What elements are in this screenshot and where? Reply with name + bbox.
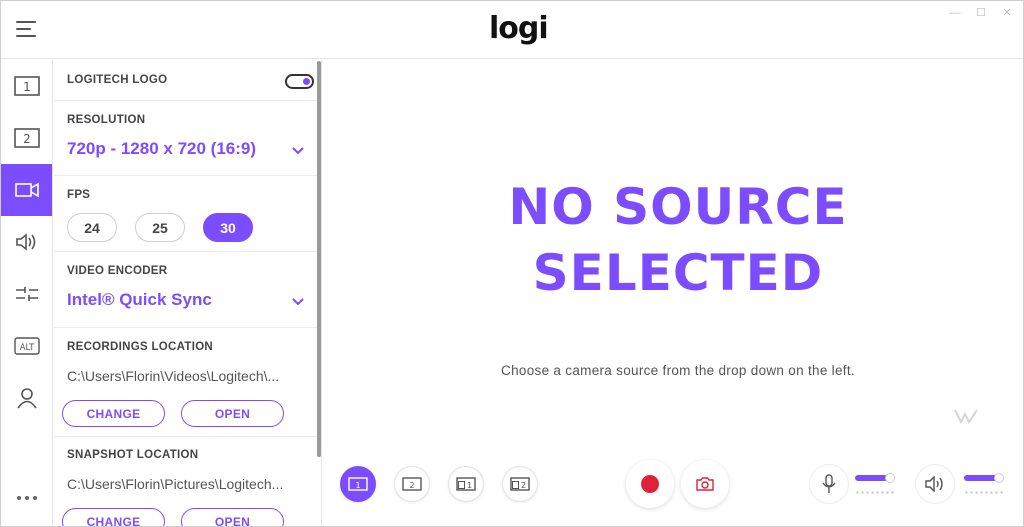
- svg-text:ALT: ALT: [19, 343, 34, 353]
- camera-icon: [696, 477, 714, 491]
- encoder-section: VIDEO ENCODER Intel® Quick Sync: [54, 252, 318, 328]
- recordings-label: RECORDINGS LOCATION: [67, 341, 214, 353]
- svg-text:1: 1: [355, 481, 360, 490]
- user-icon: [16, 388, 37, 409]
- layout-single-2-icon: 2: [402, 477, 422, 491]
- snapshot-label: SNAPSHOT LOCATION: [67, 449, 199, 461]
- layout-single-1-button[interactable]: 1: [340, 466, 376, 502]
- snapshot-section: SNAPSHOT LOCATION C:\Users\Florin\Pictur…: [54, 437, 318, 526]
- fps-30-button[interactable]: 30: [203, 213, 253, 242]
- rail-item-alt[interactable]: ALT: [1, 320, 52, 372]
- panel-scrollbar[interactable]: [317, 61, 321, 457]
- rail-item-scene-2[interactable]: 2: [1, 112, 52, 164]
- layout-pip-2-button[interactable]: 2: [502, 466, 538, 502]
- svg-text:2: 2: [23, 132, 31, 146]
- rail-item-transitions[interactable]: [1, 268, 52, 320]
- record-icon: [641, 475, 659, 493]
- camera-settings-panel: LOGITECH LOGO RESOLUTION 720p - 1280 x 7…: [54, 60, 322, 526]
- more-icon[interactable]: [17, 496, 39, 506]
- speaker-icon: [925, 476, 943, 492]
- fps-label: FPS: [67, 189, 91, 201]
- microphone-level-meter: [855, 491, 895, 494]
- svg-text:2: 2: [521, 481, 526, 490]
- logi-logo: logi: [489, 11, 549, 46]
- svg-text:1: 1: [467, 481, 472, 490]
- fps-24-button[interactable]: 24: [67, 213, 117, 242]
- recordings-open-button[interactable]: OPEN: [181, 400, 284, 427]
- logo-toggle[interactable]: [285, 74, 314, 89]
- chevron-down-icon[interactable]: [292, 298, 304, 306]
- alt-icon: ALT: [13, 337, 40, 355]
- snapshot-open-button[interactable]: OPEN: [181, 508, 284, 526]
- preview-area: NO SOURCE SELECTED Choose a camera sourc…: [323, 60, 1023, 526]
- logo-label: LOGITECH LOGO: [67, 74, 168, 86]
- close-icon[interactable]: ✕: [1001, 7, 1013, 19]
- rail-item-account[interactable]: [1, 372, 52, 424]
- recordings-change-button[interactable]: CHANGE: [62, 400, 165, 427]
- speaker-volume-slider[interactable]: [964, 473, 1006, 497]
- resolution-select[interactable]: 720p - 1280 x 720 (16:9): [67, 139, 256, 159]
- record-button[interactable]: [626, 460, 674, 508]
- recordings-path: C:\Users\Florin\Videos\Logitech\...: [67, 368, 280, 384]
- rail-item-scene-1[interactable]: 1: [1, 60, 52, 112]
- resolution-section: RESOLUTION 720p - 1280 x 720 (16:9): [54, 101, 318, 176]
- speaker-volume-meter: [964, 491, 1004, 494]
- nav-rail: 1 2 ALT: [1, 60, 53, 526]
- microphone-icon: [822, 474, 836, 493]
- fps-25-button[interactable]: 25: [135, 213, 185, 242]
- menu-icon[interactable]: [16, 21, 36, 37]
- minimize-icon[interactable]: —: [949, 7, 961, 19]
- snapshot-change-button[interactable]: CHANGE: [62, 508, 165, 526]
- app-window: logi — ☐ ✕ 1 2 ALT LOGITECH LOGO RESOLUT…: [0, 0, 1024, 527]
- layout-single-1-icon: 1: [348, 477, 368, 491]
- title-bar: logi — ☐ ✕: [1, 1, 1023, 59]
- encoder-label: VIDEO ENCODER: [67, 265, 168, 277]
- no-source-line-2: SELECTED: [532, 244, 824, 302]
- svg-text:1: 1: [23, 80, 31, 94]
- rail-item-audio[interactable]: [1, 216, 52, 268]
- scene-2-icon: 2: [13, 128, 40, 148]
- microphone-level-thumb[interactable]: [885, 473, 895, 483]
- rail-item-camera[interactable]: [1, 164, 52, 216]
- microphone-button[interactable]: [809, 464, 849, 504]
- no-source-message: NO SOURCE SELECTED: [323, 174, 1024, 306]
- encoder-select[interactable]: Intel® Quick Sync: [67, 290, 212, 310]
- maximize-icon[interactable]: ☐: [975, 7, 987, 19]
- layout-pip-2-icon: 2: [510, 477, 530, 491]
- recordings-section: RECORDINGS LOCATION C:\Users\Florin\Vide…: [54, 328, 318, 437]
- layout-pip-1-button[interactable]: 1: [448, 466, 484, 502]
- no-source-hint: Choose a camera source from the drop dow…: [501, 363, 855, 378]
- no-source-line-1: NO SOURCE: [508, 178, 848, 236]
- video-camera-icon: [14, 182, 39, 198]
- snapshot-path: C:\Users\Florin\Pictures\Logitech...: [67, 476, 284, 492]
- svg-text:2: 2: [409, 481, 414, 490]
- toggle-knob: [303, 78, 310, 85]
- microphone-level-slider[interactable]: [855, 473, 897, 497]
- speaker-button[interactable]: [915, 464, 955, 504]
- logo-section: LOGITECH LOGO: [54, 60, 318, 101]
- speaker-icon: [15, 233, 35, 251]
- transition-icon: [15, 287, 38, 301]
- snapshot-button[interactable]: [681, 460, 729, 508]
- logo-watermark-icon: [954, 409, 978, 425]
- layout-single-2-button[interactable]: 2: [394, 466, 430, 502]
- speaker-volume-thumb[interactable]: [994, 473, 1004, 483]
- window-controls: — ☐ ✕: [949, 7, 1013, 19]
- layout-pip-1-icon: 1: [456, 477, 476, 491]
- scene-1-icon: 1: [13, 76, 40, 96]
- resolution-label: RESOLUTION: [67, 114, 146, 126]
- chevron-down-icon[interactable]: [292, 147, 304, 155]
- fps-section: FPS 24 25 30: [54, 176, 318, 252]
